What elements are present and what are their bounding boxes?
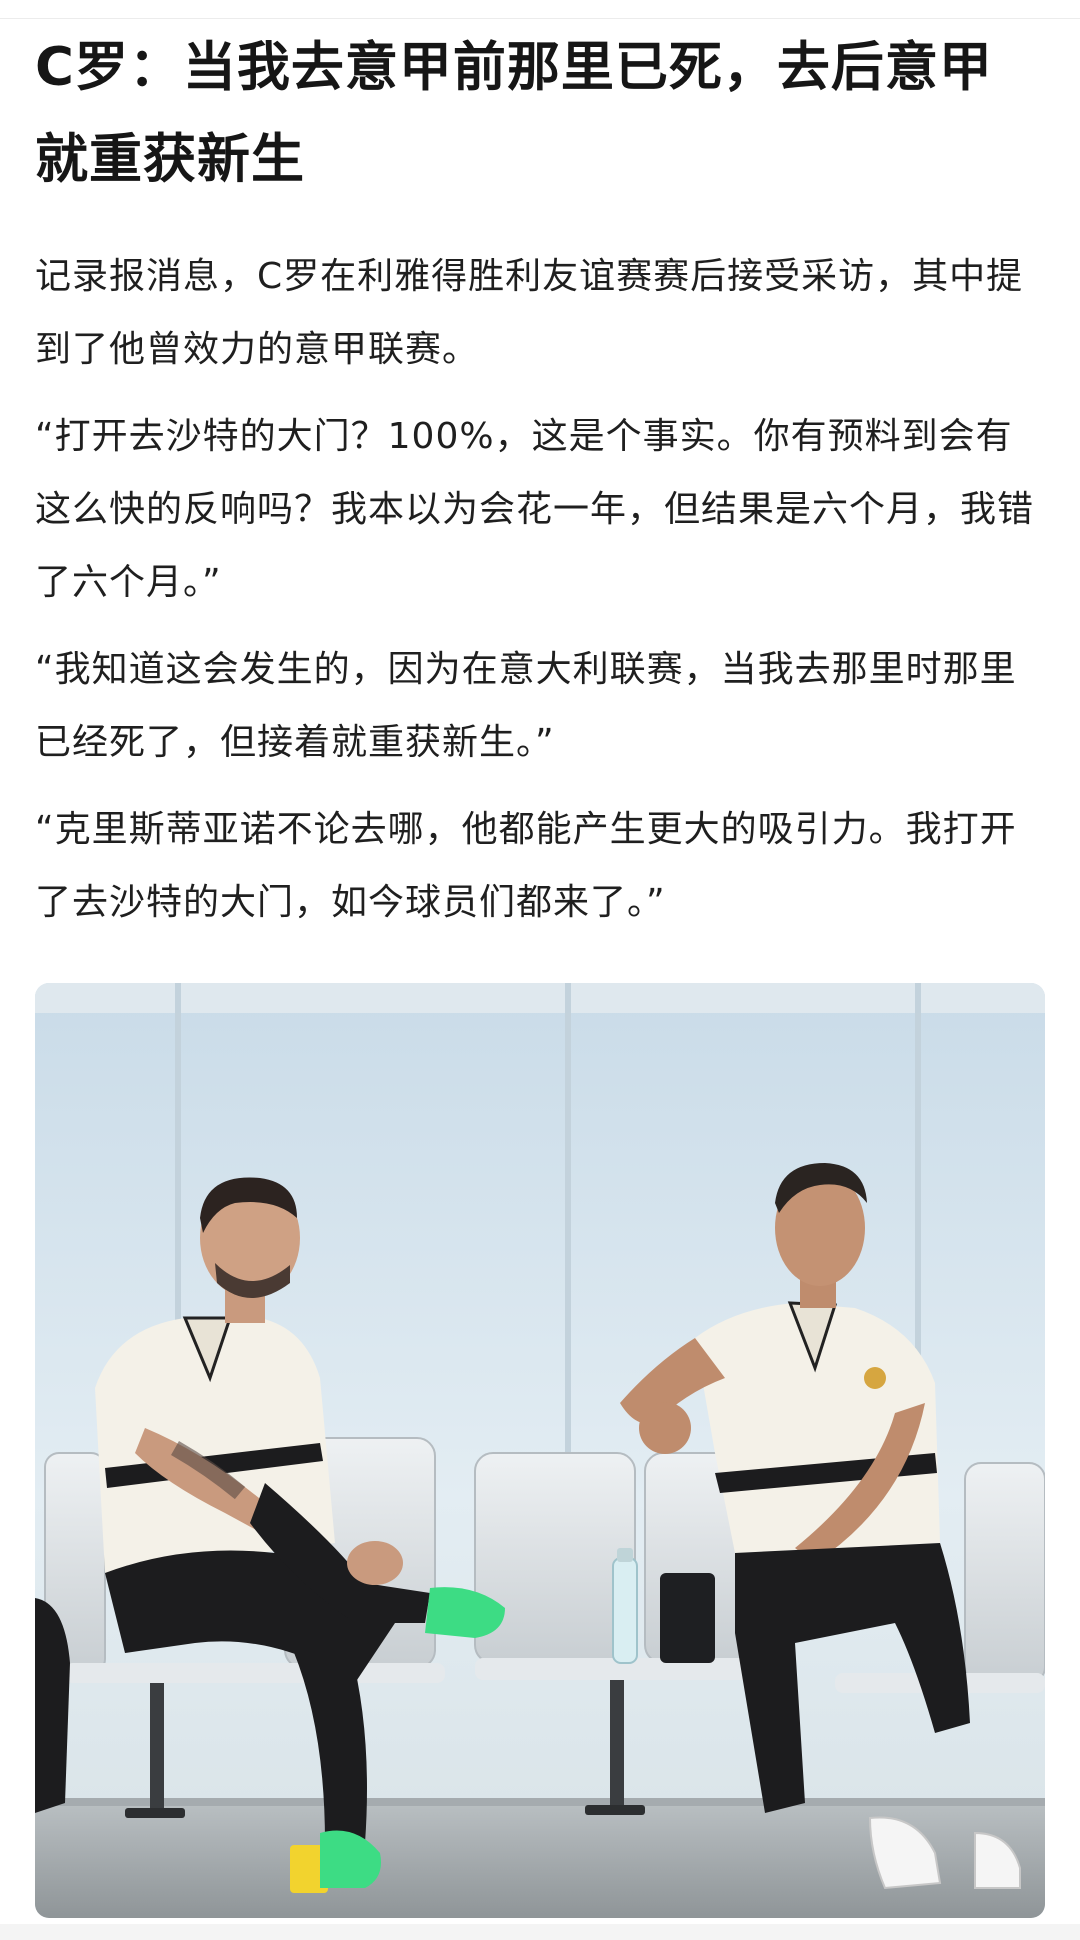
bottom-divider bbox=[0, 1924, 1080, 1940]
top-divider bbox=[0, 18, 1080, 19]
article-photo[interactable] bbox=[35, 983, 1045, 1918]
article-paragraph-3: “我知道这会发生的，因为在意大利联赛，当我去那里时那里已经死了，但接着就重获新生… bbox=[35, 649, 1017, 763]
article-paragraph-4: “克里斯蒂亚诺不论去哪，他都能产生更大的吸引力。我打开了去沙特的大门，如今球员们… bbox=[35, 809, 1017, 923]
article-body: 记录报消息，C罗在利雅得胜利友谊赛赛后接受采访，其中提到了他曾效力的意甲联赛。 … bbox=[35, 240, 1045, 953]
photo-illustration bbox=[35, 983, 1045, 1918]
article-paragraph-2: “打开去沙特的大门？100%，这是个事实。你有预料到会有这么快的反响吗？我本以为… bbox=[35, 416, 1035, 603]
article-paragraph-1: 记录报消息，C罗在利雅得胜利友谊赛赛后接受采访，其中提到了他曾效力的意甲联赛。 bbox=[35, 256, 1024, 370]
article-title: C罗：当我去意甲前那里已死，去后意甲就重获新生 bbox=[35, 37, 993, 190]
